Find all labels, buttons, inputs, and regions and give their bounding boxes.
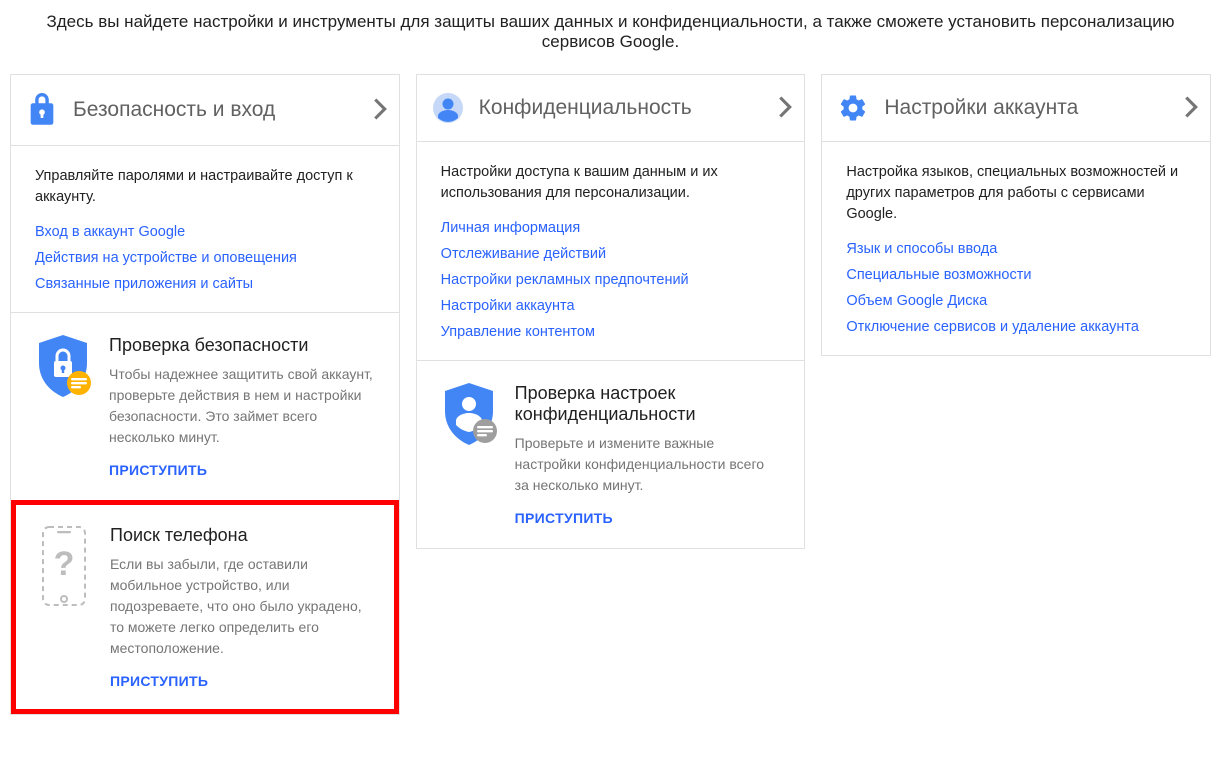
security-desc: Управляйте паролями и настраивайте досту… — [35, 166, 375, 208]
find-phone-desc: Если вы забыли, где оставили мобильное у… — [110, 554, 374, 659]
security-header[interactable]: Безопасность и вход — [11, 75, 399, 145]
link-delete-services[interactable]: Отключение сервисов и удаление аккаунта — [846, 319, 1139, 335]
privacy-checkup-desc: Проверьте и измените важные настройки ко… — [515, 433, 781, 496]
chevron-right-icon — [373, 98, 387, 123]
account-link-list: Язык и способы ввода Специальные возможн… — [846, 241, 1186, 335]
link-accessibility[interactable]: Специальные возможности — [846, 267, 1031, 283]
account-header[interactable]: Настройки аккаунта — [822, 75, 1210, 141]
account-desc: Настройка языков, специальных возможност… — [846, 162, 1186, 225]
security-title: Безопасность и вход — [73, 98, 359, 122]
privacy-title: Конфиденциальность — [479, 96, 765, 120]
security-card: Безопасность и вход Управляйте паролями … — [10, 74, 400, 501]
link-ad-settings[interactable]: Настройки рекламных предпочтений — [441, 272, 689, 288]
gear-icon — [836, 93, 870, 123]
link-connected-apps[interactable]: Связанные приложения и сайты — [35, 276, 253, 292]
link-google-signin[interactable]: Вход в аккаунт Google — [35, 224, 185, 240]
chevron-right-icon — [778, 96, 792, 121]
security-links-section: Управляйте паролями и настраивайте досту… — [11, 145, 399, 312]
privacy-desc: Настройки доступа к вашим данным и их ис… — [441, 162, 781, 204]
privacy-links-section: Настройки доступа к вашим данным и их ис… — [417, 141, 805, 360]
privacy-column: Конфиденциальность Настройки доступа к в… — [416, 74, 806, 549]
account-links-section: Настройка языков, специальных возможност… — [822, 141, 1210, 355]
privacy-checkup-panel: Проверка настроек конфиденциальности Про… — [417, 360, 805, 548]
link-personal-info[interactable]: Личная информация — [441, 220, 581, 236]
link-device-activity[interactable]: Действия на устройстве и оповещения — [35, 250, 297, 266]
privacy-card: Конфиденциальность Настройки доступа к в… — [416, 74, 806, 549]
phone-question-icon: ? — [36, 523, 92, 609]
privacy-header[interactable]: Конфиденциальность — [417, 75, 805, 141]
link-activity-controls[interactable]: Отслеживание действий — [441, 246, 606, 262]
person-icon — [431, 93, 465, 123]
security-checkup-action-button[interactable]: ПРИСТУПИТЬ — [109, 462, 207, 478]
security-checkup-panel: Проверка безопасности Чтобы надежнее защ… — [11, 312, 399, 500]
find-phone-action-button[interactable]: ПРИСТУПИТЬ — [110, 673, 208, 689]
security-checkup-title: Проверка безопасности — [109, 335, 375, 356]
account-column: Настройки аккаунта Настройка языков, спе… — [821, 74, 1211, 356]
link-content-controls[interactable]: Управление контентом — [441, 324, 595, 340]
shield-lock-icon — [35, 333, 91, 399]
link-drive-storage[interactable]: Объем Google Диска — [846, 293, 987, 309]
privacy-link-list: Личная информация Отслеживание действий … — [441, 220, 781, 340]
lock-icon — [25, 93, 59, 127]
account-card: Настройки аккаунта Настройка языков, спе… — [821, 74, 1211, 356]
chevron-right-icon — [1184, 96, 1198, 121]
security-column: Безопасность и вход Управляйте паролями … — [10, 74, 400, 715]
columns: Безопасность и вход Управляйте паролями … — [10, 74, 1211, 715]
find-phone-panel: ? Поиск телефона Если вы забыли, где ост… — [11, 500, 399, 714]
svg-text:?: ? — [54, 545, 75, 583]
privacy-checkup-action-button[interactable]: ПРИСТУПИТЬ — [515, 510, 613, 526]
find-phone-title: Поиск телефона — [110, 525, 374, 546]
security-link-list: Вход в аккаунт Google Действия на устрой… — [35, 224, 375, 292]
security-checkup-desc: Чтобы надежнее защитить свой аккаунт, пр… — [109, 364, 375, 448]
page-intro: Здесь вы найдете настройки и инструменты… — [10, 8, 1211, 74]
account-title: Настройки аккаунта — [884, 96, 1170, 120]
privacy-checkup-title: Проверка настроек конфиденциальности — [515, 383, 781, 425]
link-language-input[interactable]: Язык и способы ввода — [846, 241, 997, 257]
shield-person-icon — [441, 381, 497, 447]
link-account-settings[interactable]: Настройки аккаунта — [441, 298, 575, 314]
find-phone-card: ? Поиск телефона Если вы забыли, где ост… — [10, 501, 400, 715]
